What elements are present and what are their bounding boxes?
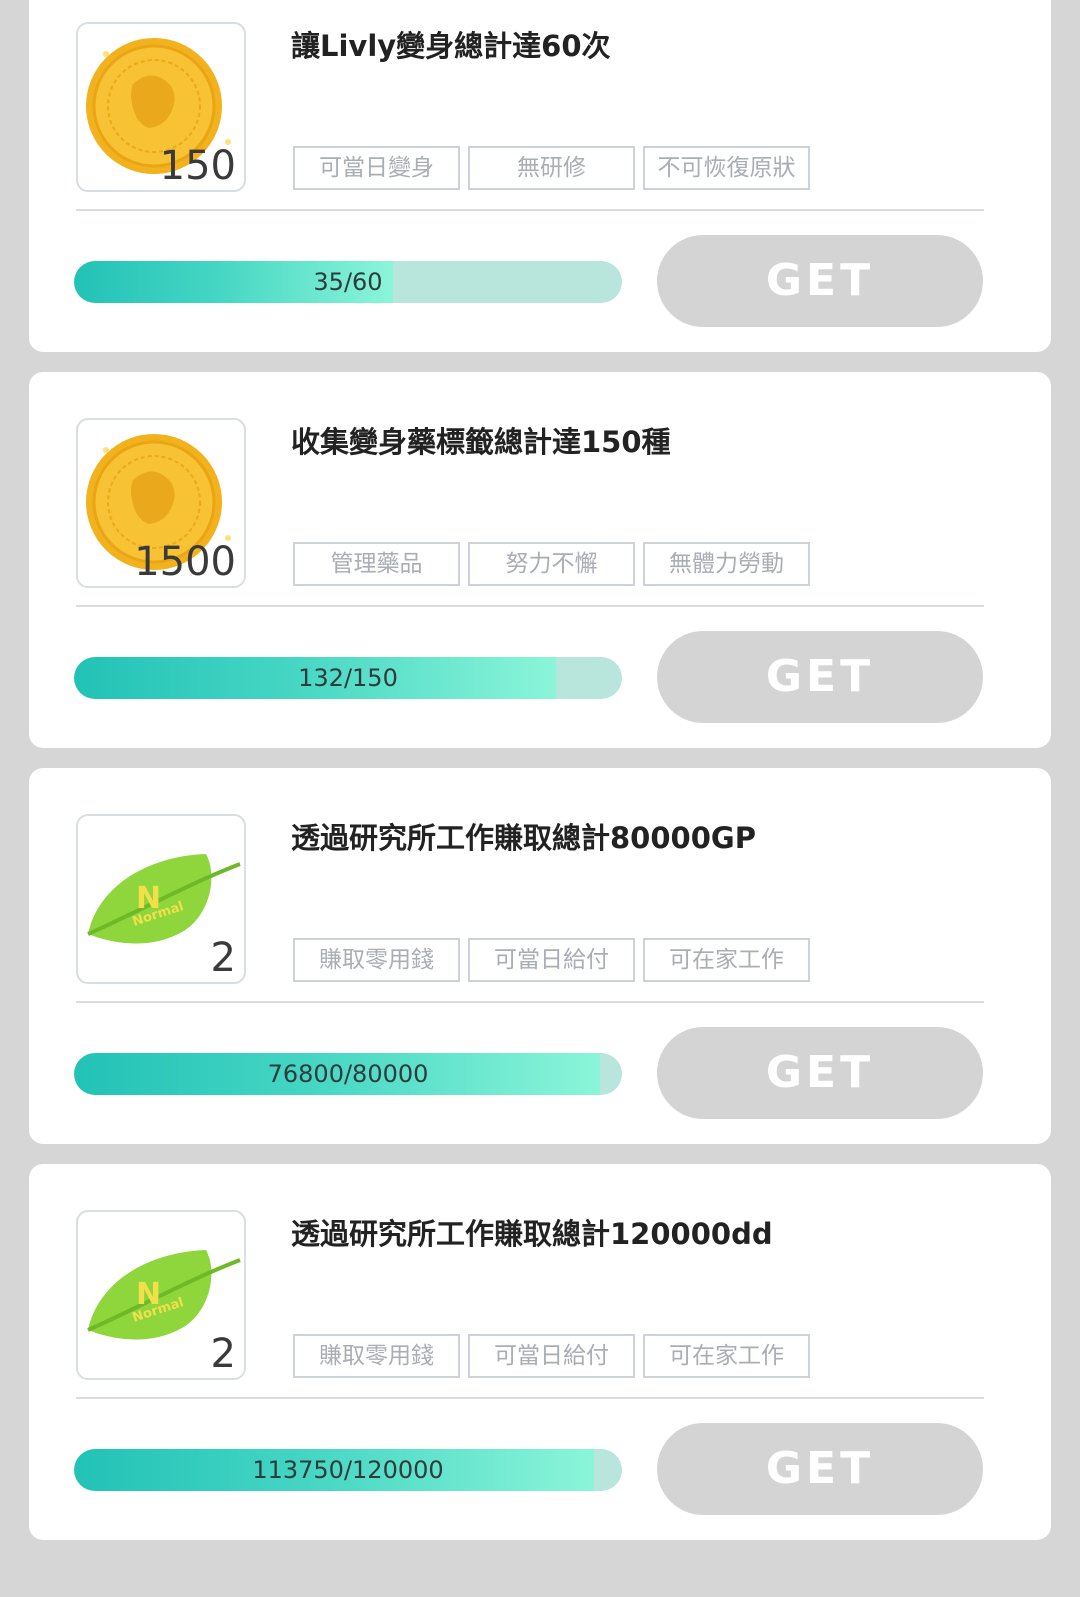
get-reward-button[interactable]: GET (657, 1423, 983, 1515)
divider (76, 1397, 984, 1399)
progress-text: 113750/120000 (252, 1456, 444, 1484)
divider (76, 605, 984, 607)
mission-tag: 可當日給付 (468, 1334, 635, 1378)
mission-tag: 可在家工作 (643, 938, 810, 982)
mission-tag: 努力不懈 (468, 542, 635, 586)
mission-tag: 可當日變身 (293, 146, 460, 190)
progress-bar: 113750/120000 (74, 1449, 622, 1491)
progress-bar: 132/150 (74, 657, 622, 699)
mission-tag: 可當日給付 (468, 938, 635, 982)
progress-text: 76800/80000 (267, 1060, 429, 1088)
reward-item-box: 150 (76, 22, 246, 192)
mission-title: 收集變身藥標籤總計達150種 (291, 425, 671, 459)
mission-tag: 不可恢復原狀 (643, 146, 810, 190)
reward-quantity: 2 (210, 1331, 236, 1377)
mission-card: N Normal 2 透過研究所工作賺取總計80000GP 賺取零用錢 可當日給… (29, 768, 1051, 1144)
reward-quantity: 2 (210, 935, 236, 981)
progress-bar: 35/60 (74, 261, 622, 303)
mission-card: 150 讓Livly變身總計達60次 可當日變身 無研修 不可恢復原狀 35/6… (29, 0, 1051, 352)
reward-item-box: 1500 (76, 418, 246, 588)
mission-card: 1500 收集變身藥標籤總計達150種 管理藥品 努力不懈 無體力勞動 132/… (29, 372, 1051, 748)
reward-quantity: 1500 (134, 539, 236, 585)
progress-text: 35/60 (313, 268, 383, 296)
mission-list: 150 讓Livly變身總計達60次 可當日變身 無研修 不可恢復原狀 35/6… (0, 0, 1080, 1597)
mission-tag: 賺取零用錢 (293, 1334, 460, 1378)
mission-tag: 可在家工作 (643, 1334, 810, 1378)
mission-tag: 無體力勞動 (643, 542, 810, 586)
get-reward-button[interactable]: GET (657, 235, 983, 327)
get-reward-button[interactable]: GET (657, 1027, 983, 1119)
progress-text: 132/150 (298, 664, 398, 692)
mission-title: 透過研究所工作賺取總計80000GP (291, 821, 756, 855)
mission-tag: 賺取零用錢 (293, 938, 460, 982)
progress-bar: 76800/80000 (74, 1053, 622, 1095)
mission-title: 透過研究所工作賺取總計120000dd (291, 1217, 773, 1251)
mission-tag: 無研修 (468, 146, 635, 190)
divider (76, 209, 984, 211)
reward-item-box: N Normal 2 (76, 1210, 246, 1380)
mission-title: 讓Livly變身總計達60次 (291, 29, 611, 63)
reward-item-box: N Normal 2 (76, 814, 246, 984)
mission-card: N Normal 2 透過研究所工作賺取總計120000dd 賺取零用錢 可當日… (29, 1164, 1051, 1540)
divider (76, 1001, 984, 1003)
mission-tag: 管理藥品 (293, 542, 460, 586)
reward-quantity: 150 (159, 143, 236, 189)
get-reward-button[interactable]: GET (657, 631, 983, 723)
